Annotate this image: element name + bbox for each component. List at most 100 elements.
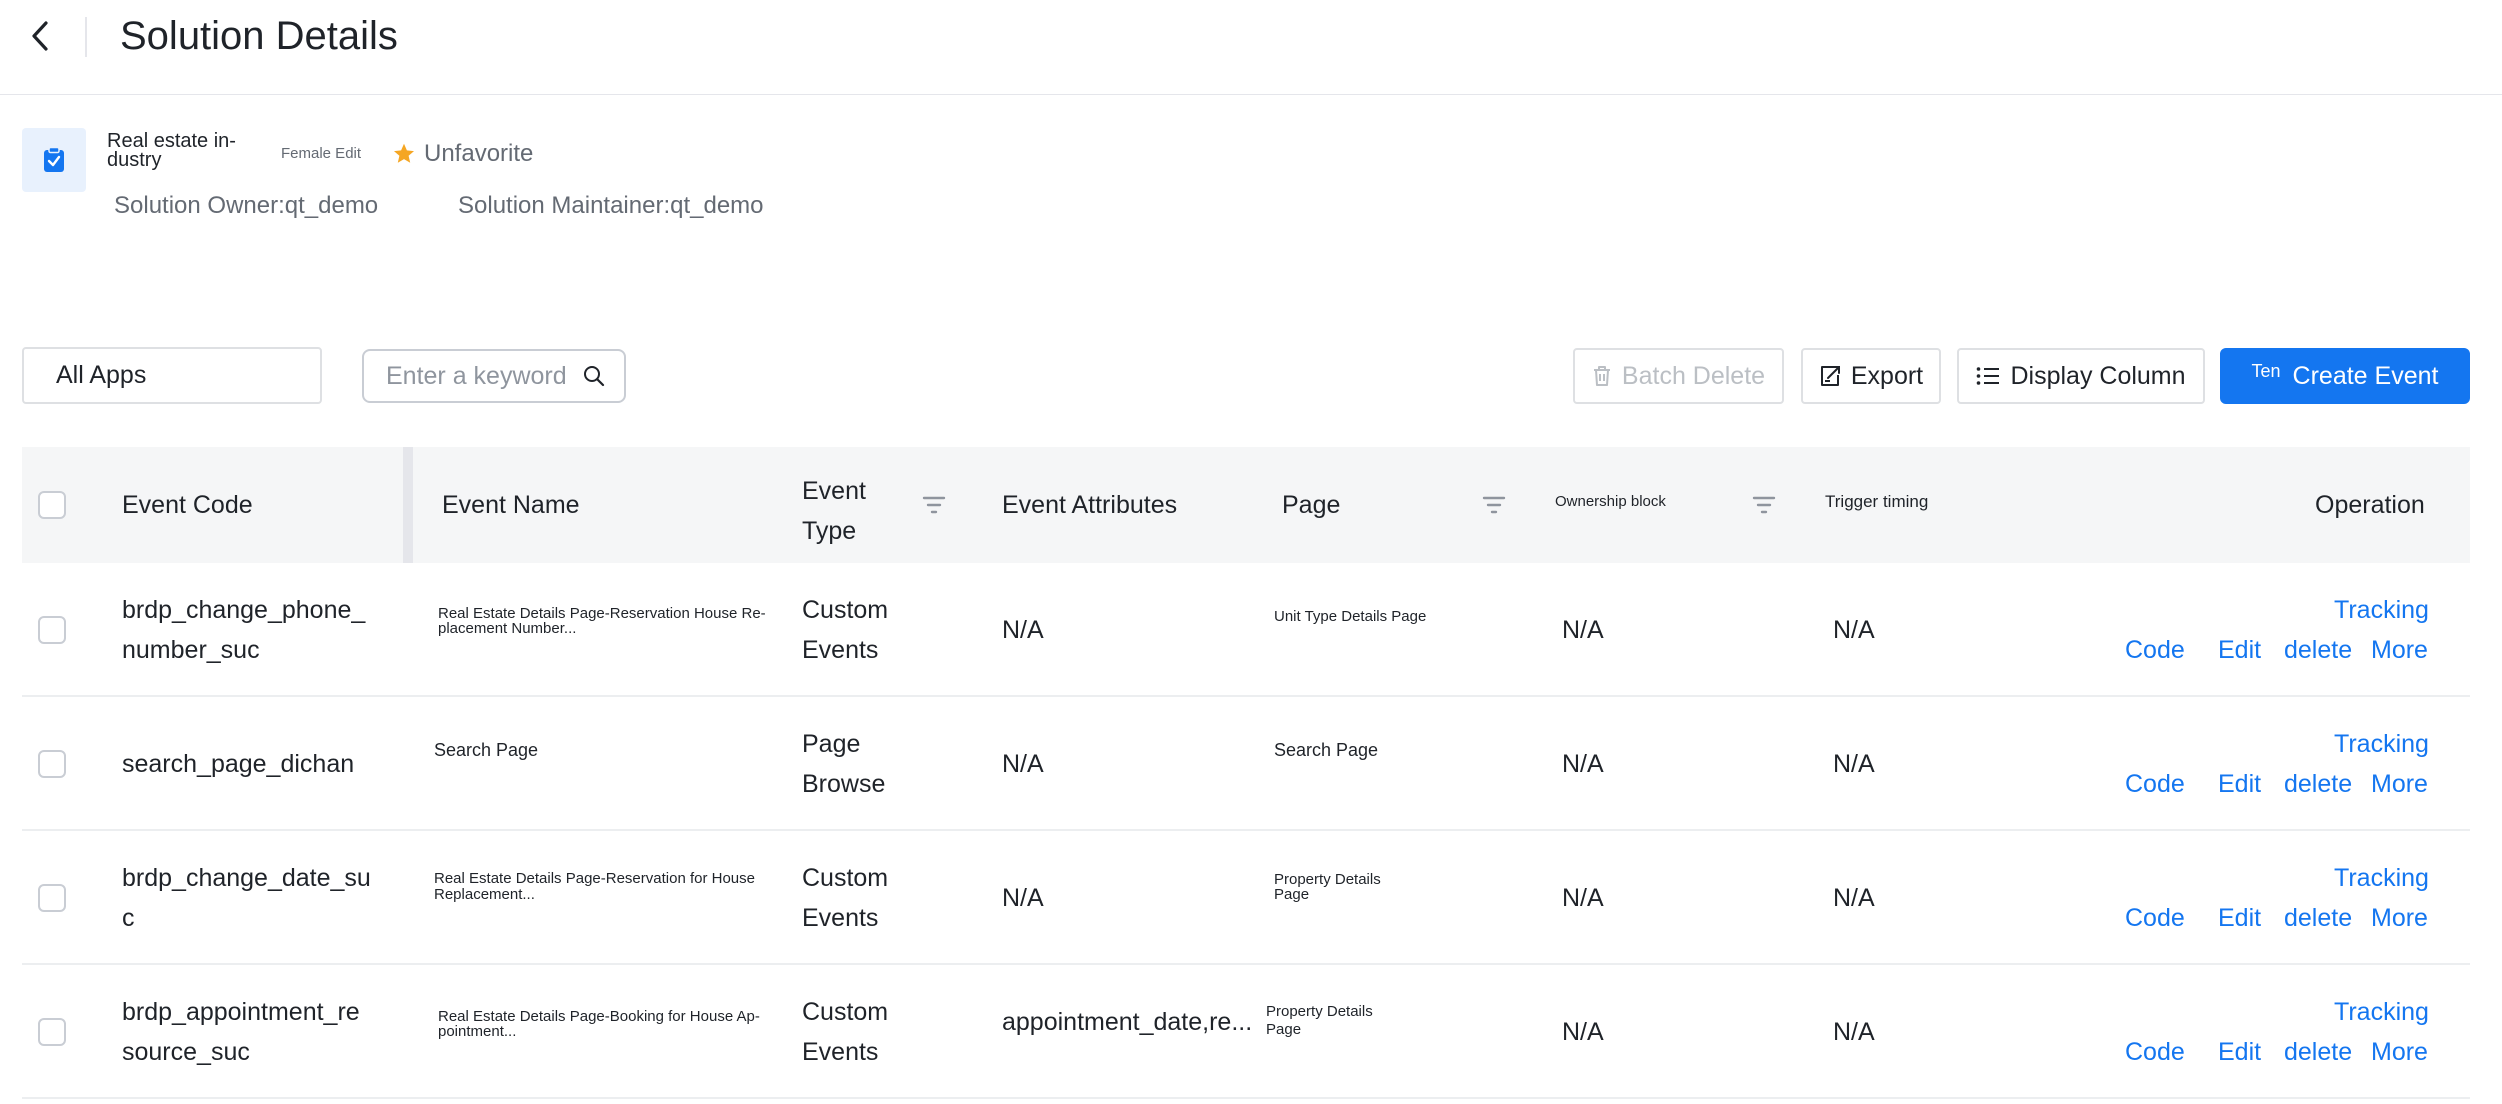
event-code-line2: c	[122, 904, 135, 932]
page-line1: Unit Type Details Page	[1274, 608, 1427, 625]
event-attributes: N/A	[1002, 750, 1044, 778]
unfavorite-button[interactable]: Unfavorite	[392, 140, 533, 168]
page-line1: Search Page	[1274, 740, 1379, 760]
create-prefix: Ten	[2251, 360, 2281, 381]
delete-link[interactable]: delete	[2284, 903, 2352, 933]
star-icon	[394, 143, 414, 163]
solution-tag: Female Edit	[281, 145, 362, 162]
header-divider	[85, 17, 87, 57]
tracking-link[interactable]: Tracking	[2334, 595, 2429, 625]
display-column-button[interactable]: Display Column	[1957, 348, 2205, 404]
table-header: Event Code Event Name Event Type Event A…	[22, 447, 2470, 563]
event-code-line2: source_suc	[122, 1038, 250, 1066]
edit-link[interactable]: Edit	[2218, 635, 2261, 665]
list-icon	[1976, 366, 2000, 386]
page-title: Solution Details	[120, 14, 398, 58]
trigger-timing: N/A	[1833, 750, 1875, 778]
edit-link[interactable]: Edit	[2218, 769, 2261, 799]
page-header: Solution Details	[0, 0, 2502, 95]
event-attributes: N/A	[1002, 884, 1044, 912]
trigger-timing: N/A	[1833, 1018, 1875, 1046]
event-code-line2: number_suc	[122, 636, 260, 664]
event-code-line1: search_page_dichan	[122, 750, 355, 778]
col-trigger-timing: Trigger timing	[1825, 492, 1929, 511]
row-checkbox[interactable]	[38, 616, 66, 644]
create-event-button[interactable]: Ten Create Event	[2220, 348, 2470, 404]
edit-link[interactable]: Edit	[2218, 903, 2261, 933]
export-icon	[1819, 365, 1841, 387]
code-link[interactable]: Code	[2125, 1037, 2185, 1067]
trash-icon	[1592, 365, 1612, 387]
more-link[interactable]: More	[2371, 635, 2428, 665]
column-resize-handle[interactable]	[403, 447, 413, 563]
row-checkbox[interactable]	[38, 750, 66, 778]
page-line2: Page	[1266, 1021, 1302, 1038]
code-link[interactable]: Code	[2125, 903, 2185, 933]
row-checkbox[interactable]	[38, 884, 66, 912]
favorite-label: Unfavorite	[424, 140, 534, 167]
ownership-block: N/A	[1562, 1018, 1604, 1046]
tracking-link[interactable]: Tracking	[2334, 729, 2429, 759]
delete-link[interactable]: delete	[2284, 1037, 2352, 1067]
more-link[interactable]: More	[2371, 769, 2428, 799]
ownership-block: N/A	[1562, 616, 1604, 644]
event-code-line1: brdp_change_phone_	[122, 596, 366, 624]
event-type-line2: Events	[802, 904, 879, 932]
more-link[interactable]: More	[2371, 1037, 2428, 1067]
app-select[interactable]: All Apps	[22, 347, 322, 404]
search-input[interactable]	[386, 361, 576, 391]
event-code-line1: brdp_change_date_su	[122, 864, 371, 892]
solution-icon	[22, 128, 86, 192]
event-name-line1: Real Estate Details Page-Reservation for…	[434, 870, 755, 887]
event-code-line1: brdp_appointment_re	[122, 998, 360, 1026]
event-type-line1: Page	[802, 730, 861, 758]
event-type-line1: Custom	[802, 998, 889, 1026]
display-column-label: Display Column	[2010, 361, 2186, 390]
col-ownership-block: Ownership block	[1555, 493, 1666, 510]
search-box[interactable]	[362, 349, 626, 403]
event-attributes: N/A	[1002, 616, 1044, 644]
back-button[interactable]	[22, 16, 58, 56]
filter-icon-page[interactable]	[1482, 494, 1506, 516]
event-type-line2: Events	[802, 1038, 879, 1066]
edit-link[interactable]: Edit	[2218, 1037, 2261, 1067]
row-checkbox[interactable]	[38, 1018, 66, 1046]
trigger-timing: N/A	[1833, 884, 1875, 912]
batch-delete-label: Batch Delete	[1621, 361, 1766, 390]
event-type-line1: Custom	[802, 596, 889, 624]
event-name-line1: Real Estate Details Page-Booking for Hou…	[438, 1008, 760, 1025]
col-operation: Operation	[2315, 491, 2425, 519]
table-row: search_page_dichan Search Page Page Brow…	[22, 697, 2470, 831]
solution-owner: Solution Owner:qt_demo	[114, 192, 379, 219]
tracking-link[interactable]: Tracking	[2334, 997, 2429, 1027]
clipboard-check-icon	[44, 147, 64, 172]
export-button[interactable]: Export	[1801, 348, 1941, 404]
page-line1: Property Details	[1274, 871, 1381, 888]
event-name-line1: Real Estate Details Page-Reservation Hou…	[438, 605, 766, 622]
filter-icon-ownership[interactable]	[1752, 494, 1776, 516]
table-row: brdp_change_phone_ number_suc Real Estat…	[22, 563, 2470, 697]
col-event-type: Event Type	[802, 477, 866, 545]
event-name-line2: pointment...	[438, 1023, 517, 1040]
event-type-line2: Browse	[802, 770, 886, 798]
event-name-line2: Replacement...	[434, 886, 535, 903]
batch-delete-button[interactable]: Batch Delete	[1573, 348, 1784, 404]
code-link[interactable]: Code	[2125, 635, 2185, 665]
delete-link[interactable]: delete	[2284, 635, 2352, 665]
ownership-block: N/A	[1562, 884, 1604, 912]
more-link[interactable]: More	[2371, 903, 2428, 933]
search-icon	[584, 366, 605, 387]
event-name-line1: Search Page	[434, 740, 539, 760]
delete-link[interactable]: delete	[2284, 769, 2352, 799]
tracking-link[interactable]: Tracking	[2334, 863, 2429, 893]
export-label: Export	[1850, 361, 1924, 390]
event-attributes: appointment_date,re...	[1002, 1008, 1253, 1036]
filter-icon-event-type[interactable]	[922, 494, 946, 516]
create-event-label: Create Event	[2292, 361, 2439, 390]
solution-maintainer: Solution Maintainer:qt_demo	[458, 192, 764, 219]
col-event-code: Event Code	[122, 491, 253, 519]
event-name-line2: placement Number...	[438, 620, 577, 637]
select-all-checkbox[interactable]	[38, 491, 66, 519]
page-line2: Page	[1274, 886, 1310, 903]
code-link[interactable]: Code	[2125, 769, 2185, 799]
